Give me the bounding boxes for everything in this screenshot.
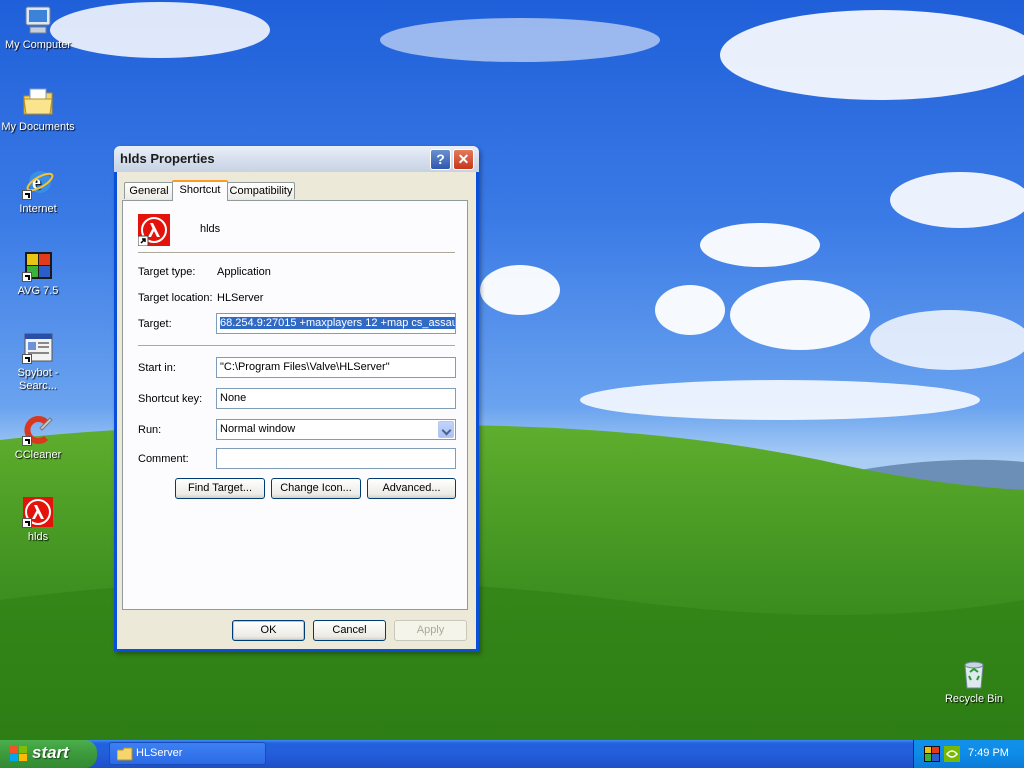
taskbar: start HLServer 7:49 PM bbox=[0, 740, 1024, 768]
dialog-title: hlds Properties bbox=[120, 151, 215, 166]
tab-general[interactable]: General bbox=[124, 182, 174, 199]
target-location-value: HLServer bbox=[217, 292, 264, 304]
ccleaner-icon bbox=[22, 414, 54, 446]
taskbar-button-label: HLServer bbox=[136, 747, 183, 759]
taskbar-button-hlserver[interactable]: HLServer bbox=[109, 742, 266, 765]
run-select[interactable]: Normal window bbox=[216, 419, 456, 440]
target-location-label: Target location: bbox=[138, 292, 213, 304]
computer-icon bbox=[22, 4, 54, 36]
shortcut-arrow-icon bbox=[22, 436, 32, 446]
desktop-icon-my-computer[interactable]: My Computer bbox=[0, 4, 76, 52]
start-in-input-text: "C:\Program Files\Valve\HLServer" bbox=[220, 361, 390, 373]
cancel-button[interactable]: Cancel bbox=[313, 620, 386, 641]
start-label: start bbox=[32, 743, 69, 762]
shortcut-key-label: Shortcut key: bbox=[138, 393, 203, 405]
shortcut-name: hlds bbox=[200, 223, 221, 235]
dialog-title-bar[interactable]: hlds Properties ? ✕ bbox=[114, 146, 479, 172]
separator bbox=[138, 252, 455, 254]
separator bbox=[138, 345, 455, 347]
desktop-icon-internet[interactable]: e Internet bbox=[0, 168, 76, 216]
shortcut-arrow-icon bbox=[22, 272, 32, 282]
spybot-icon bbox=[22, 332, 54, 364]
shortcut-tab-panel: hlds Target type: Application Target loc… bbox=[122, 200, 468, 610]
avg-antivirus-icon bbox=[22, 250, 54, 282]
run-label: Run: bbox=[138, 424, 162, 436]
target-type-label: Target type: bbox=[138, 266, 196, 278]
chevron-down-icon[interactable] bbox=[438, 421, 454, 438]
apply-button[interactable]: Apply bbox=[394, 620, 467, 641]
advanced-button[interactable]: Advanced... bbox=[367, 478, 456, 499]
find-target-button[interactable]: Find Target... bbox=[175, 478, 265, 499]
desktop-icon-spybot[interactable]: Spybot - Searc... bbox=[0, 332, 76, 393]
change-icon-button[interactable]: Change Icon... bbox=[271, 478, 361, 499]
shortcut-key-input-text: None bbox=[220, 392, 247, 404]
desktop-icon-my-documents[interactable]: My Documents bbox=[0, 86, 76, 134]
desktop-icon-hlds[interactable]: hlds bbox=[0, 496, 76, 544]
start-button[interactable]: start bbox=[0, 740, 97, 768]
start-in-input[interactable]: "C:\Program Files\Valve\HLServer" bbox=[216, 357, 456, 378]
system-tray: 7:49 PM bbox=[913, 740, 1024, 768]
avg-tray-icon[interactable] bbox=[924, 746, 940, 765]
documents-folder-icon bbox=[22, 86, 54, 118]
folder-icon bbox=[116, 747, 133, 764]
clock[interactable]: 7:49 PM bbox=[968, 747, 1009, 759]
tab-compatibility[interactable]: Compatibility bbox=[227, 182, 295, 199]
tab-shortcut[interactable]: Shortcut bbox=[172, 180, 228, 201]
help-icon: ? bbox=[436, 151, 445, 167]
shortcut-arrow-icon bbox=[22, 190, 32, 200]
start-in-label: Start in: bbox=[138, 362, 176, 374]
close-button[interactable]: ✕ bbox=[453, 149, 474, 170]
help-button[interactable]: ? bbox=[430, 149, 451, 170]
shortcut-arrow-icon bbox=[22, 518, 32, 528]
comment-label: Comment: bbox=[138, 453, 189, 465]
target-input[interactable]: 68.254.9:27015 +maxplayers 12 +map cs_as… bbox=[216, 313, 456, 334]
desktop-icon-ccleaner[interactable]: CCleaner bbox=[0, 414, 76, 462]
run-select-value: Normal window bbox=[220, 423, 296, 435]
hlds-app-icon bbox=[137, 214, 170, 247]
close-icon: ✕ bbox=[457, 151, 470, 167]
comment-input[interactable] bbox=[216, 448, 456, 469]
hlds-properties-dialog: hlds Properties ? ✕ General Shortcut Com… bbox=[114, 146, 479, 652]
internet-explorer-icon: e bbox=[22, 168, 54, 200]
recycle-bin-icon bbox=[958, 658, 990, 690]
target-type-value: Application bbox=[217, 266, 271, 278]
shortcut-arrow-icon bbox=[22, 354, 32, 364]
half-life-icon bbox=[22, 496, 54, 528]
dialog-body: General Shortcut Compatibility hlds Targ… bbox=[117, 172, 476, 649]
desktop-icon-recycle-bin[interactable]: Recycle Bin bbox=[936, 658, 1012, 706]
desktop-icon-avg[interactable]: AVG 7.5 bbox=[0, 250, 76, 298]
windows-logo-icon bbox=[10, 746, 28, 767]
shortcut-key-input[interactable]: None bbox=[216, 388, 456, 409]
ok-button[interactable]: OK bbox=[232, 620, 305, 641]
target-label: Target: bbox=[138, 318, 172, 330]
target-input-text: 68.254.9:27015 +maxplayers 12 +map cs_as… bbox=[220, 317, 455, 329]
nvidia-tray-icon[interactable] bbox=[944, 746, 960, 765]
